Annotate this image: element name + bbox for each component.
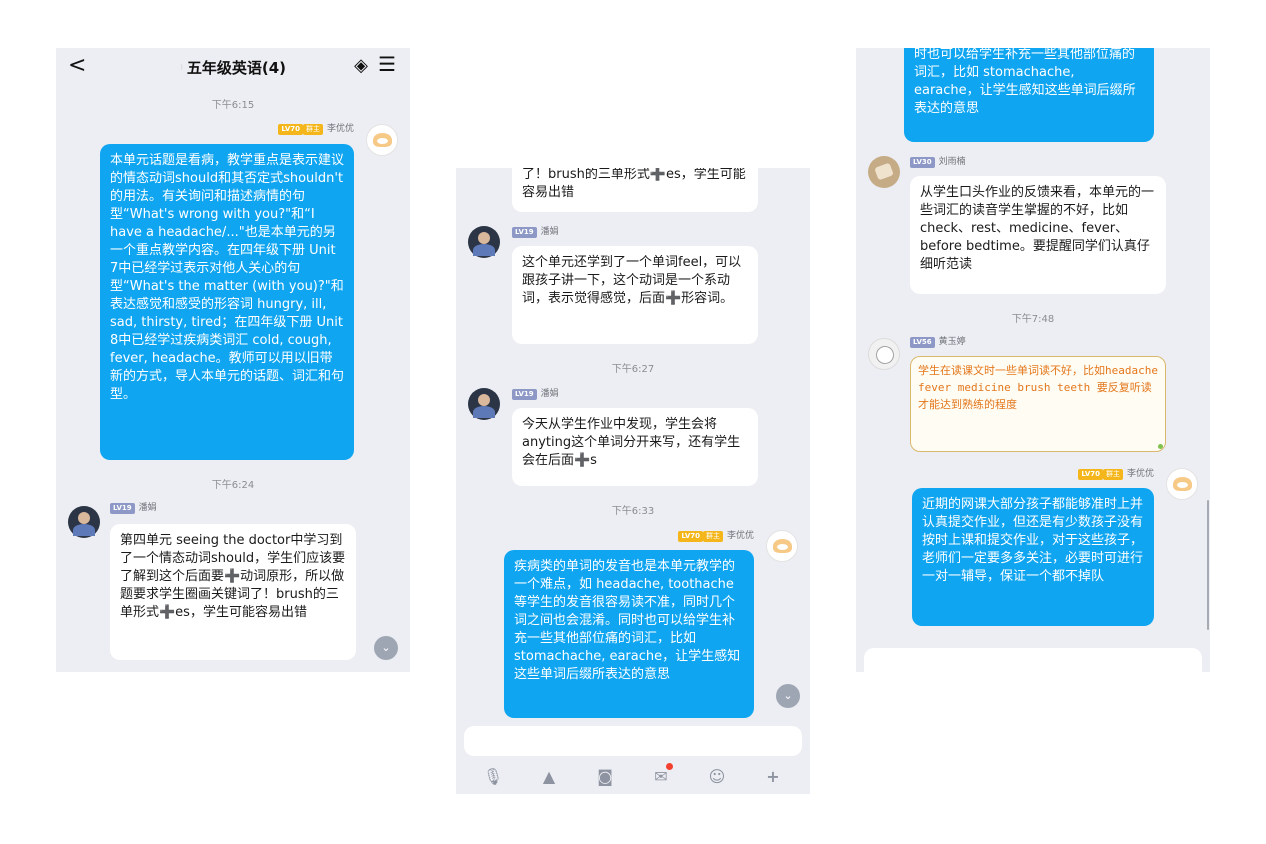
owner-badge: 群主 — [702, 530, 723, 542]
level-badge: LV19 — [110, 502, 135, 514]
menu-icon[interactable]: ☰ — [378, 52, 396, 76]
message-bubble[interactable]: 本单元话题是看病，教学重点是表示建议的情态动词should和其否定式should… — [100, 144, 354, 460]
input-toolbar: 🎙 ▲ ◙ ✉ ☺ + — [456, 763, 810, 794]
group-title-text: 五年级英语(4) — [186, 59, 287, 77]
level-badge: LV19 — [512, 388, 537, 400]
avatar[interactable] — [468, 226, 500, 258]
message-input[interactable] — [864, 648, 1202, 672]
chat-screen-2: 了！brush的三单形式➕es，学生可能容易出错 LV19 潘娟 这个单元还学到了… — [456, 168, 810, 794]
timestamp: 下午6:27 — [611, 364, 655, 375]
sender-meta: LV19 潘娟 — [110, 502, 157, 514]
sender-name: 潘娟 — [138, 503, 157, 513]
image-icon[interactable]: ▲ — [538, 766, 560, 788]
message-bubble[interactable]: 时也可以给学生补充一些其他部位痛的词汇，比如 stomachache, eara… — [904, 48, 1154, 142]
avatar[interactable] — [366, 124, 398, 156]
plus-icon[interactable]: + — [762, 766, 784, 788]
sender-name: 潘娟 — [540, 227, 559, 237]
sender-name: 黄玉婷 — [938, 337, 966, 347]
scroll-down-button[interactable]: ⌄ — [776, 684, 800, 708]
level-badge: LV70 — [678, 530, 703, 542]
sender-name: 潘娟 — [540, 389, 559, 399]
red-packet-glyph: ✉ — [654, 767, 668, 786]
scroll-down-button[interactable]: ⌄ — [374, 636, 398, 660]
handwritten-note-bubble[interactable]: 学生在读课文时一些单词读不好，比如headache fever medicine… — [910, 356, 1166, 452]
message-bubble[interactable]: 今天从学生作业中发现，学生会将anyting这个单词分开来写，还有学生会在后面➕… — [512, 408, 758, 486]
sender-meta: LV70 群主 李优优 — [278, 123, 354, 135]
avatar[interactable] — [766, 530, 798, 562]
notification-dot — [666, 763, 673, 770]
owner-badge: 群主 — [302, 123, 323, 135]
sender-meta: LV56 黄玉婷 — [910, 336, 966, 348]
sender-meta: LV70 群主 李优优 — [678, 530, 754, 542]
level-badge: LV19 — [512, 226, 537, 238]
level-badge: LV30 — [910, 156, 935, 168]
message-bubble[interactable]: 这个单元还学到了一个单词feel，可以跟孩子讲一下，这个动词是一个系动词，表示觉… — [512, 246, 758, 344]
scrollbar[interactable] — [1207, 500, 1209, 630]
chat-screen-3: 时也可以给学生补充一些其他部位痛的词汇，比如 stomachache, eara… — [856, 48, 1210, 672]
timestamp: 下午6:33 — [611, 506, 655, 517]
red-packet-icon[interactable]: ✉ — [650, 763, 673, 788]
microphone-icon[interactable]: 🎙 — [482, 766, 504, 788]
level-badge: LV56 — [910, 336, 935, 348]
sender-meta: LV70 群主 李优优 — [1078, 468, 1154, 480]
owner-badge: 群主 — [1102, 468, 1123, 480]
avatar[interactable] — [1166, 468, 1198, 500]
emoji-icon[interactable]: ☺ — [706, 766, 728, 788]
level-badge: LV70 — [278, 123, 303, 135]
timestamp: 下午6:15 — [211, 100, 255, 111]
mute-icon: ⁾ — [179, 62, 183, 76]
timestamp: 下午7:48 — [1011, 314, 1055, 325]
timestamp: 下午6:24 — [211, 480, 255, 491]
sender-meta: LV19 潘娟 — [512, 388, 559, 400]
sender-name: 李优优 — [326, 124, 354, 134]
avatar[interactable] — [68, 506, 100, 538]
sender-name: 刘雨楠 — [938, 157, 966, 167]
sender-meta: LV19 潘娟 — [512, 226, 559, 238]
level-badge: LV70 — [1078, 468, 1103, 480]
message-bubble[interactable]: 了！brush的三单形式➕es，学生可能容易出错 — [512, 168, 758, 212]
chat-header: < ⁾ 五年级英语(4) ◈ ☰ — [56, 48, 410, 86]
group-tag-icon[interactable]: ◈ — [354, 55, 368, 76]
avatar[interactable] — [468, 388, 500, 420]
sender-name: 李优优 — [1126, 469, 1154, 479]
sender-meta: LV30 刘雨楠 — [910, 156, 966, 168]
avatar[interactable] — [868, 156, 900, 188]
sender-name: 李优优 — [726, 531, 754, 541]
message-input[interactable] — [464, 726, 802, 756]
camera-icon[interactable]: ◙ — [594, 766, 616, 788]
message-bubble[interactable]: 疾病类的单词的发音也是本单元教学的一个难点，如 headache, tootha… — [504, 550, 754, 718]
message-bubble[interactable]: 从学生口头作业的反馈来看，本单元的一些词汇的读音学生掌握的不好，比如 check… — [910, 176, 1166, 294]
message-bubble[interactable]: 第四单元 seeing the doctor中学习到了一个情态动词should，… — [110, 524, 356, 660]
avatar[interactable] — [868, 338, 900, 370]
chat-screen-1: < ⁾ 五年级英语(4) ◈ ☰ 下午6:15 LV70 群主 李优优 本单元话题是看… — [56, 48, 410, 672]
message-bubble[interactable]: 近期的网课大部分孩子都能够准时上并认真提交作业，但还是有少数孩子没有按时上课和提… — [912, 488, 1154, 626]
